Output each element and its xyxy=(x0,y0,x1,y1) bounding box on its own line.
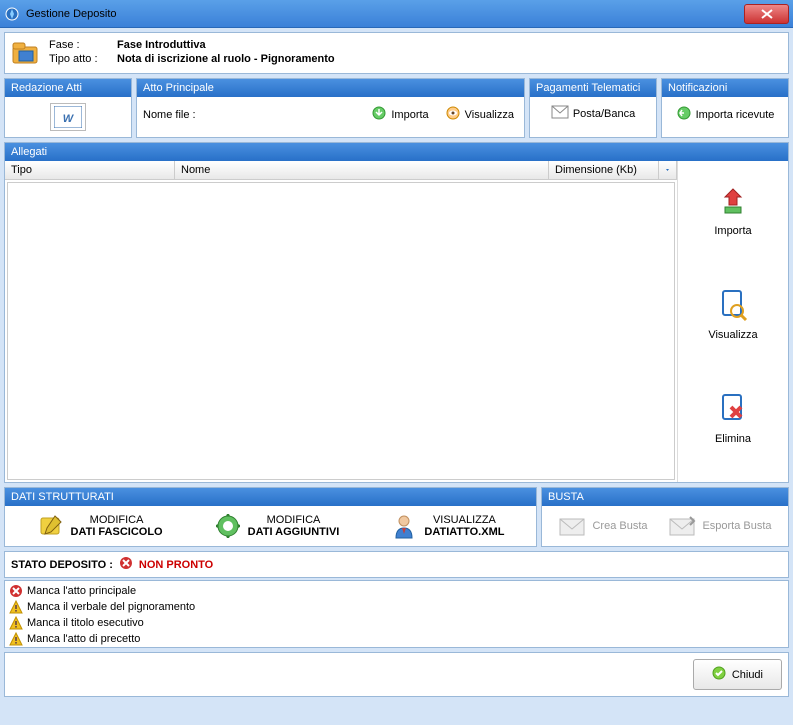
message-item: Manca il titolo esecutivo xyxy=(7,615,786,631)
redazione-atti-section: Redazione Atti W xyxy=(4,78,132,138)
app-icon xyxy=(4,6,20,22)
col-nome[interactable]: Nome xyxy=(175,161,549,179)
import-attachment-icon xyxy=(715,183,751,219)
allegati-section: Allegati Tipo Nome Dimensione (Kb) xyxy=(4,142,789,483)
warning-icon xyxy=(9,616,23,630)
stato-value: NON PRONTO xyxy=(139,559,213,571)
crea-busta-button: Crea Busta xyxy=(558,512,647,540)
messages-list[interactable]: Manca l'atto principale Manca il verbale… xyxy=(4,580,789,648)
dati-strutturati-title: DATI STRUTTURATI xyxy=(5,488,536,506)
edit-aggiuntivi-icon xyxy=(214,512,242,540)
importa-atto-label: Importa xyxy=(391,109,428,121)
chiudi-label: Chiudi xyxy=(732,669,763,681)
tipo-atto-value: Nota di iscrizione al ruolo - Pignoramen… xyxy=(117,53,335,65)
col-dimensione[interactable]: Dimensione (Kb) xyxy=(549,161,659,179)
import-receipt-icon xyxy=(676,105,692,124)
view-icon xyxy=(445,105,461,124)
modifica-fascicolo-l1: MODIFICA xyxy=(71,514,163,526)
atto-principale-title: Atto Principale xyxy=(137,79,524,97)
importa-atto-button[interactable]: Importa xyxy=(367,103,432,126)
importa-ricevute-button[interactable]: Importa ricevute xyxy=(672,103,779,126)
edit-fascicolo-icon xyxy=(37,512,65,540)
visualizza-datiatto-button[interactable]: VISUALIZZA DATIATTO.XML xyxy=(390,512,504,540)
error-icon xyxy=(9,584,23,598)
message-item: Manca il verbale del pignoramento xyxy=(7,599,786,615)
delete-attachment-icon xyxy=(715,391,751,427)
message-text: Manca l'atto principale xyxy=(27,585,136,597)
modifica-fascicolo-l2: DATI FASCICOLO xyxy=(71,526,163,538)
word-icon-button[interactable]: W xyxy=(50,103,86,131)
titlebar: Gestione Deposito xyxy=(0,0,793,28)
allegati-importa-label: Importa xyxy=(714,225,751,237)
visualizza-datiatto-l1: VISUALIZZA xyxy=(424,514,504,526)
allegati-visualizza-button[interactable]: Visualizza xyxy=(708,287,757,341)
col-tipo[interactable]: Tipo xyxy=(5,161,175,179)
busta-section: BUSTA Crea Busta Esporta Busta xyxy=(541,487,789,547)
chiudi-button[interactable]: Chiudi xyxy=(693,659,782,690)
create-envelope-icon xyxy=(558,512,586,540)
error-icon xyxy=(119,556,133,573)
allegati-table: Tipo Nome Dimensione (Kb) xyxy=(5,161,678,482)
message-text: Manca l'atto di precetto xyxy=(27,633,140,645)
modifica-aggiuntivi-l2: DATI AGGIUNTIVI xyxy=(248,526,340,538)
visualizza-atto-button[interactable]: Visualizza xyxy=(441,103,518,126)
posta-banca-label: Posta/Banca xyxy=(573,108,635,120)
modifica-aggiuntivi-l1: MODIFICA xyxy=(248,514,340,526)
pagamenti-section: Pagamenti Telematici Posta/Banca xyxy=(529,78,657,138)
redazione-title: Redazione Atti xyxy=(5,79,131,97)
window-title: Gestione Deposito xyxy=(26,8,744,20)
esporta-busta-label: Esporta Busta xyxy=(702,520,771,532)
pagamenti-title: Pagamenti Telematici xyxy=(530,79,656,97)
col-menu-button[interactable] xyxy=(659,161,677,179)
allegati-elimina-label: Elimina xyxy=(715,433,751,445)
stato-deposito-bar: STATO DEPOSITO : NON PRONTO xyxy=(4,551,789,578)
message-text: Manca il titolo esecutivo xyxy=(27,617,144,629)
check-icon xyxy=(712,666,726,683)
message-item: Manca l'atto di precetto xyxy=(7,631,786,647)
busta-title: BUSTA xyxy=(542,488,788,506)
modifica-fascicolo-button[interactable]: MODIFICA DATI FASCICOLO xyxy=(37,512,163,540)
posta-banca-button[interactable]: Posta/Banca xyxy=(547,103,639,124)
modifica-aggiuntivi-button[interactable]: MODIFICA DATI AGGIUNTIVI xyxy=(214,512,340,540)
stato-label: STATO DEPOSITO : xyxy=(11,559,113,571)
notificazioni-title: Notificazioni xyxy=(662,79,788,97)
nome-file-label: Nome file : xyxy=(143,109,196,121)
allegati-importa-button[interactable]: Importa xyxy=(714,183,751,237)
person-icon xyxy=(390,512,418,540)
tipo-atto-label: Tipo atto : xyxy=(49,53,117,65)
export-envelope-icon xyxy=(668,512,696,540)
allegati-elimina-button[interactable]: Elimina xyxy=(715,391,751,445)
allegati-visualizza-label: Visualizza xyxy=(708,329,757,341)
crea-busta-label: Crea Busta xyxy=(592,520,647,532)
esporta-busta-button: Esporta Busta xyxy=(668,512,771,540)
importa-ricevute-label: Importa ricevute xyxy=(696,109,775,121)
svg-text:W: W xyxy=(63,113,75,125)
visualizza-datiatto-l2: DATIATTO.XML xyxy=(424,526,504,538)
notificazioni-section: Notificazioni Importa ricevute xyxy=(661,78,789,138)
folder-icon xyxy=(9,37,41,69)
dati-strutturati-section: DATI STRUTTURATI MODIFICA DATI FASCICOLO xyxy=(4,487,537,547)
close-button[interactable] xyxy=(744,4,789,24)
visualizza-atto-label: Visualizza xyxy=(465,109,514,121)
fase-label: Fase : xyxy=(49,39,117,51)
message-item: Manca l'atto principale xyxy=(7,583,786,599)
message-text: Manca il verbale del pignoramento xyxy=(27,601,195,613)
fase-value: Fase Introduttiva xyxy=(117,39,206,51)
warning-icon xyxy=(9,600,23,614)
allegati-title: Allegati xyxy=(5,143,788,161)
allegati-table-body[interactable] xyxy=(7,182,675,480)
atto-principale-section: Atto Principale Nome file : Importa Visu… xyxy=(136,78,525,138)
envelope-icon xyxy=(551,105,569,122)
footer: Chiudi xyxy=(4,652,789,697)
import-icon xyxy=(371,105,387,124)
warning-icon xyxy=(9,632,23,646)
header-info: Fase : Fase Introduttiva Tipo atto : Not… xyxy=(4,32,789,74)
view-attachment-icon xyxy=(715,287,751,323)
